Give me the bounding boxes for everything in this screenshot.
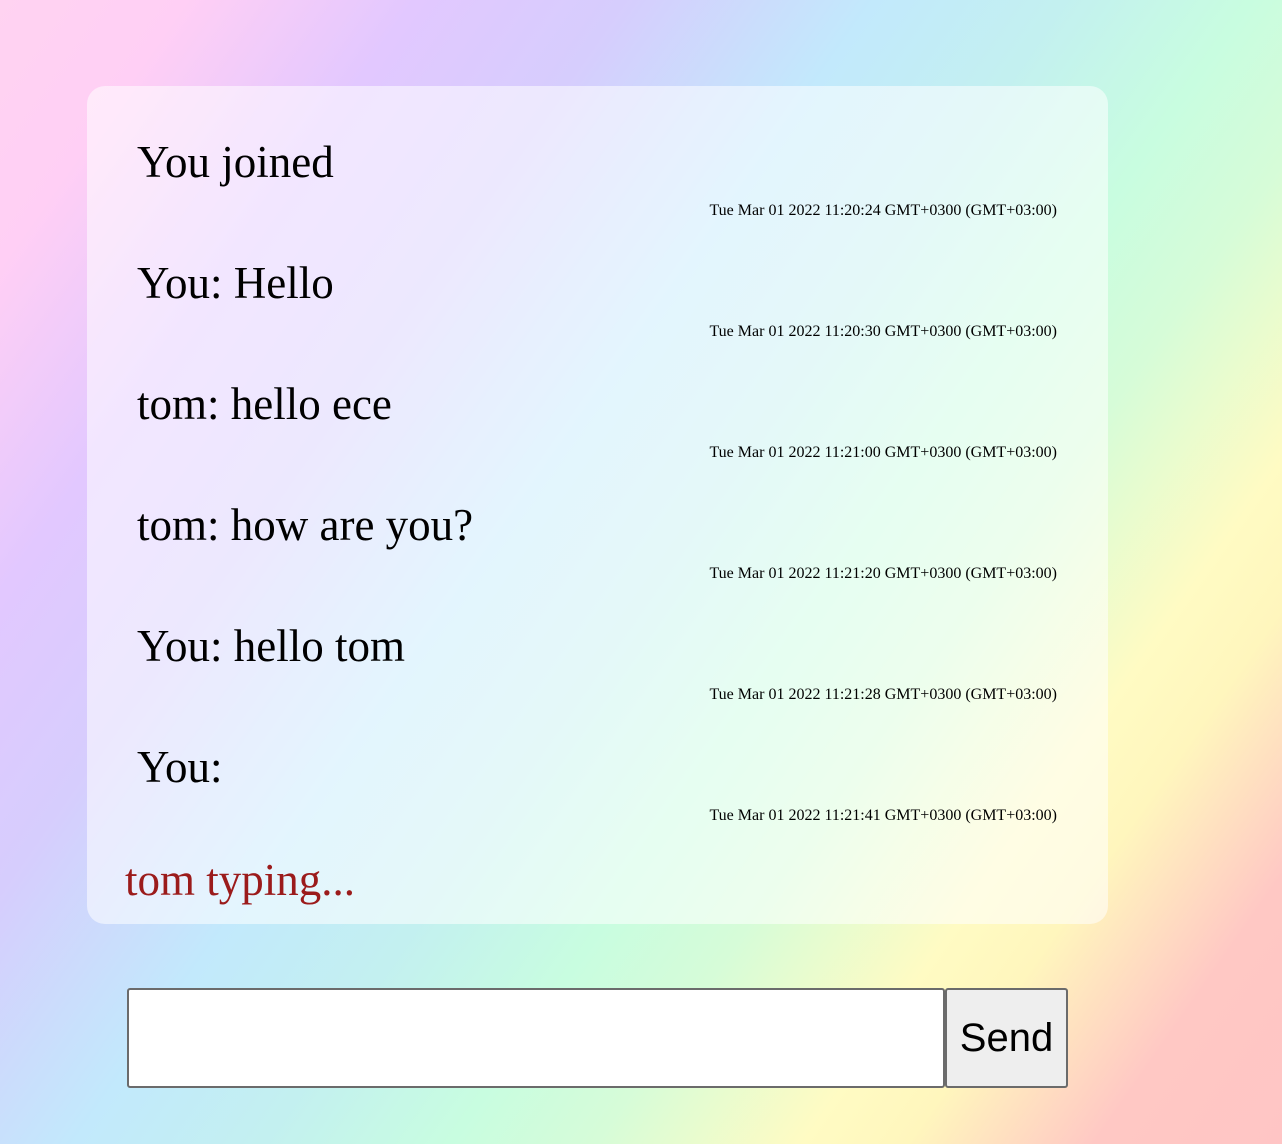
message-item: tom: how are you? Tue Mar 01 2022 11:21:… xyxy=(87,449,1108,582)
compose-bar: Send xyxy=(127,988,1068,1088)
message-item: You joined Tue Mar 01 2022 11:20:24 GMT+… xyxy=(87,86,1108,219)
typing-indicator: tom typing... xyxy=(125,855,356,905)
message-item: You: hello tom Tue Mar 01 2022 11:21:28 … xyxy=(87,570,1108,703)
send-button[interactable]: Send xyxy=(945,988,1068,1088)
message-text: You: Hello xyxy=(137,258,334,308)
message-item: tom: hello ece Tue Mar 01 2022 11:21:00 … xyxy=(87,328,1108,461)
message-item: You: Tue Mar 01 2022 11:21:41 GMT+0300 (… xyxy=(87,691,1108,824)
message-timestamp: Tue Mar 01 2022 11:21:41 GMT+0300 (GMT+0… xyxy=(709,807,1057,824)
message-list: You joined Tue Mar 01 2022 11:20:24 GMT+… xyxy=(87,86,1108,824)
message-input[interactable] xyxy=(127,988,945,1088)
message-text: You: hello tom xyxy=(137,621,405,671)
message-text: tom: hello ece xyxy=(137,379,392,429)
message-item: You: Hello Tue Mar 01 2022 11:20:30 GMT+… xyxy=(87,207,1108,340)
message-text: tom: how are you? xyxy=(137,500,474,550)
chat-panel: You joined Tue Mar 01 2022 11:20:24 GMT+… xyxy=(87,86,1108,924)
message-text: You: xyxy=(137,742,223,792)
message-text: You joined xyxy=(137,137,334,187)
